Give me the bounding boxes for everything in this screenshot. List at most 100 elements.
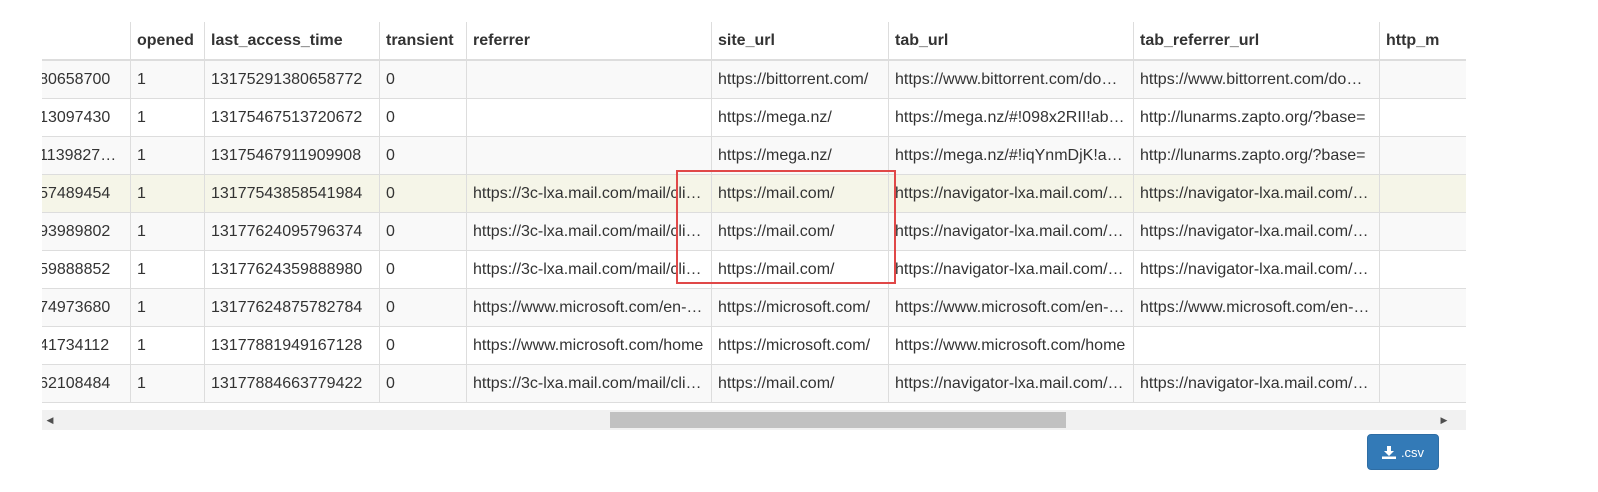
table-row: 131776243598888521131776243598889800http…	[42, 250, 1466, 289]
table-cell: 1	[130, 326, 205, 365]
csv-button-label: .csv	[1400, 444, 1425, 460]
table-cell: 13177884662108484	[42, 364, 131, 403]
download-icon	[1381, 445, 1396, 459]
table-cell: http://lunarms.zapto.org/?base=	[1133, 136, 1380, 175]
table-cell	[1379, 212, 1466, 251]
table-cell: 13177543858541984	[204, 174, 380, 213]
table-cell: https://www.microsoft.com/en-us/	[466, 288, 712, 327]
table-cell	[1379, 364, 1466, 403]
table-cell: https://bittorrent.com/	[711, 59, 889, 99]
table-cell	[466, 136, 712, 175]
table-body: 131752913806587001131752913806587720http…	[42, 59, 1466, 403]
table-cell: https://www.microsoft.com/home	[466, 326, 712, 365]
table-cell: https://www.microsoft.com/home	[888, 326, 1134, 365]
table-cell	[1379, 136, 1466, 175]
table-cell	[466, 98, 712, 137]
table-header-row: opened last_access_time transient referrer s…	[42, 22, 1466, 61]
table-cell	[1379, 250, 1466, 289]
table-cell: 0	[379, 288, 467, 327]
table-cell: https://navigator-lxa.mail.com/mail	[888, 212, 1134, 251]
column-header[interactable]: opened	[130, 22, 205, 61]
table-cell	[1379, 174, 1466, 213]
column-header[interactable]: site_url	[711, 22, 889, 61]
table-cell: https://microsoft.com/	[711, 326, 889, 365]
column-header[interactable]: last_access_time	[204, 22, 380, 61]
table-row: 131754675130974301131754675137206720 http…	[42, 98, 1466, 137]
table-cell	[1379, 326, 1466, 365]
data-table: opened last_access_time transient referrer s…	[42, 22, 1466, 403]
table-cell	[1379, 59, 1466, 99]
table-cell: 13175467911909908	[204, 136, 380, 175]
scroll-right-arrow-icon[interactable]: ▶	[1436, 410, 1452, 430]
table-cell: https://navigator-lxa.mail.com/mail	[1133, 250, 1380, 289]
table-cell: https://mega.nz/	[711, 98, 889, 137]
table-cell: https://www.bittorrent.com/downloads/win	[1133, 59, 1380, 99]
table-cell: https://navigator-lxa.mail.com/mail	[888, 364, 1134, 403]
column-header[interactable]: http_m	[1379, 22, 1466, 61]
table-cell: 1	[130, 98, 205, 137]
table-cell: 1	[130, 59, 205, 99]
column-header[interactable]: tab_url	[888, 22, 1134, 61]
scroll-left-arrow-icon[interactable]: ◀	[42, 410, 58, 430]
column-header[interactable]	[42, 22, 131, 61]
table-cell: https://www.microsoft.com/en-us/	[888, 288, 1134, 327]
table-cell: https://3c-lxa.mail.com/mail/client	[466, 250, 712, 289]
table-cell: 0	[379, 174, 467, 213]
table-cell: https://mail.com/	[711, 250, 889, 289]
download-csv-button[interactable]: .csv	[1367, 434, 1439, 470]
table-cell: 0	[379, 98, 467, 137]
table-cell: 0	[379, 136, 467, 175]
table-row: 131752913806587001131752913806587720 http…	[42, 59, 1466, 99]
table-cell: https://navigator-lxa.mail.com/mail	[888, 250, 1134, 289]
table-cell: https://3c-lxa.mail.com/mail/client	[466, 364, 712, 403]
table-row: 131776240939898021131776240957963740http…	[42, 212, 1466, 251]
scrollbar-thumb[interactable]	[610, 412, 1066, 428]
table-cell: https://mega.nz/#!iqYnmDjK!abcdef	[888, 136, 1134, 175]
table-cell: https://microsoft.com/	[711, 288, 889, 327]
table-cell: 13177624874973680	[42, 288, 131, 327]
table-cell: https://mail.com/	[711, 174, 889, 213]
table-cell: 13177884663779422	[204, 364, 380, 403]
table-cell: 13177624875782784	[204, 288, 380, 327]
table-cell: https://mega.nz/#!098x2RII!abcdef	[888, 98, 1134, 137]
table-cell: 1	[130, 136, 205, 175]
table-cell: 13177881941734112	[42, 326, 131, 365]
table-cell: 13177881949167128	[204, 326, 380, 365]
table-cell: 0	[379, 250, 467, 289]
column-header[interactable]: transient	[379, 22, 467, 61]
table-cell	[466, 59, 712, 99]
table-cell: 13175291380658700	[42, 59, 131, 99]
table-cell: https://navigator-lxa.mail.com/mail	[888, 174, 1134, 213]
table-cell: 13175467513097430	[42, 98, 131, 137]
table-cell: https://navigator-lxa.mail.com/mail	[1133, 364, 1380, 403]
table-cell: https://3c-lxa.mail.com/mail/client	[466, 174, 712, 213]
column-header[interactable]: referrer	[466, 22, 712, 61]
table-cell	[1133, 326, 1380, 365]
table-cell: 13175291380658772	[204, 59, 380, 99]
table-cell: 13177624095796374	[204, 212, 380, 251]
table-cell: https://mail.com/	[711, 212, 889, 251]
data-table-viewport: opened last_access_time transient referrer s…	[42, 22, 1466, 430]
table-cell: 0	[379, 59, 467, 99]
table-cell: https://mail.com/	[711, 364, 889, 403]
table-cell: 13177624359888852	[42, 250, 131, 289]
table-cell: 1	[130, 174, 205, 213]
table-row: 131776248749736801131776248757827840http…	[42, 288, 1466, 327]
table-cell: https://www.bittorrent.com/downloads/com…	[888, 59, 1134, 99]
table-row: 131754679113982778401131754679119099080 h…	[42, 136, 1466, 175]
horizontal-scrollbar[interactable]: ◀ ▶	[42, 410, 1466, 430]
table-cell: https://www.microsoft.com/en-us/	[1133, 288, 1380, 327]
table-cell: https://navigator-lxa.mail.com/mail	[1133, 174, 1380, 213]
table-cell: 0	[379, 212, 467, 251]
table-cell: 1	[130, 212, 205, 251]
table-cell: 0	[379, 326, 467, 365]
table-cell: 13175467513720672	[204, 98, 380, 137]
column-header[interactable]: tab_referrer_url	[1133, 22, 1380, 61]
table-row: 131778819417341121131778819491671280http…	[42, 326, 1466, 365]
table-cell: 13175467911398277840	[42, 136, 131, 175]
table-cell: 1	[130, 364, 205, 403]
table-cell: 13177543857489454	[42, 174, 131, 213]
table-cell	[1379, 98, 1466, 137]
table-cell: https://navigator-lxa.mail.com/mail	[1133, 212, 1380, 251]
table-cell: https://mega.nz/	[711, 136, 889, 175]
